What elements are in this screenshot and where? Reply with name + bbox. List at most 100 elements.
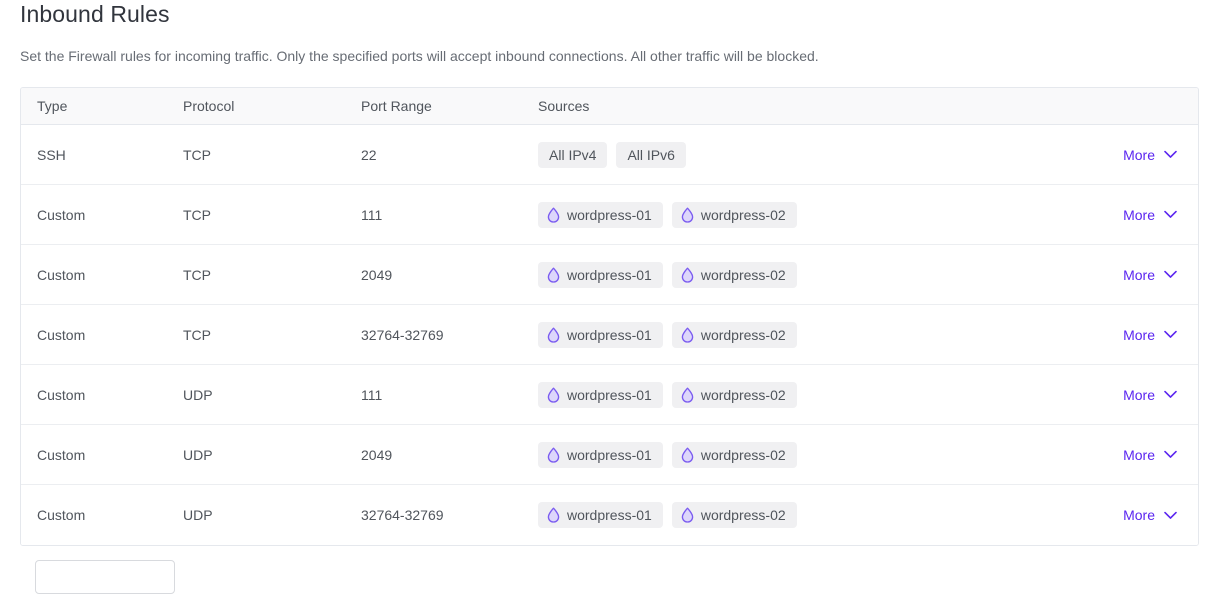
source-tag[interactable]: wordpress-02 — [671, 261, 797, 288]
source-tag-list: wordpress-01 wordpress-02 — [538, 441, 1078, 468]
source-tag-label: wordpress-02 — [700, 326, 786, 343]
more-button-label: More — [1123, 507, 1155, 523]
chevron-down-icon — [1164, 390, 1177, 399]
inbound-rules-table: Type Protocol Port Range Sources SSH TCP 2… — [20, 87, 1199, 546]
source-tag-label: wordpress-01 — [567, 206, 652, 223]
table-row: Custom TCP 32764-32769 wordpress-01 wordpres… — [21, 305, 1198, 365]
chevron-down-icon — [1164, 330, 1177, 339]
droplet-icon — [681, 447, 694, 463]
droplet-icon — [547, 267, 560, 283]
cell-protocol: TCP — [183, 206, 211, 223]
more-button-label: More — [1123, 386, 1155, 403]
inbound-rules-page: Inbound Rules Set the Firewall rules for… — [0, 0, 1219, 594]
more-button[interactable]: More — [1123, 506, 1177, 524]
source-tag[interactable]: wordpress-02 — [671, 441, 797, 468]
cell-sources: wordpress-01 wordpress-02 — [538, 502, 1078, 528]
cell-type: Custom — [37, 386, 86, 403]
source-tag[interactable]: wordpress-02 — [671, 201, 797, 228]
cell-actions: More — [1078, 266, 1198, 284]
source-tag-list: wordpress-01 wordpress-02 — [538, 321, 1078, 348]
more-button[interactable]: More — [1123, 206, 1177, 224]
cell-port-range: 111 — [361, 206, 383, 223]
cell-protocol: UDP — [183, 446, 213, 463]
droplet-icon — [547, 327, 560, 343]
page-description: Set the Firewall rules for incoming traf… — [20, 48, 819, 64]
source-tag[interactable]: wordpress-01 — [538, 261, 663, 288]
cell-protocol: UDP — [183, 386, 213, 403]
source-tag-label: wordpress-02 — [700, 507, 786, 523]
cell-sources: wordpress-01 wordpress-02 — [538, 321, 1078, 348]
more-button[interactable]: More — [1123, 266, 1177, 284]
more-button[interactable]: More — [1123, 326, 1177, 344]
source-tag-label: wordpress-02 — [700, 266, 786, 283]
source-tag[interactable]: wordpress-01 — [538, 502, 663, 528]
column-header-port-range: Port Range — [361, 98, 432, 114]
cell-port-range: 32764-32769 — [361, 326, 444, 343]
source-tag-list: All IPv4 All IPv6 — [538, 141, 1078, 168]
cell-port-range: 2049 — [361, 446, 393, 463]
source-tag[interactable]: wordpress-01 — [538, 381, 663, 408]
source-tag-label: wordpress-01 — [567, 446, 652, 463]
source-tag-label: wordpress-01 — [567, 266, 652, 283]
source-tag-label: wordpress-02 — [700, 446, 786, 463]
source-tag-label: wordpress-01 — [567, 386, 652, 403]
more-button-label: More — [1123, 206, 1155, 223]
cell-protocol: TCP — [183, 326, 211, 343]
chevron-down-icon — [1164, 511, 1177, 520]
cell-type: Custom — [37, 446, 86, 463]
add-rule-button[interactable] — [35, 560, 175, 594]
column-header-protocol: Protocol — [183, 98, 235, 114]
droplet-icon — [681, 507, 694, 523]
cell-type: Custom — [37, 507, 86, 523]
cell-actions: More — [1078, 386, 1198, 404]
source-tag[interactable]: wordpress-01 — [538, 201, 663, 228]
chevron-down-icon — [1164, 150, 1177, 159]
droplet-icon — [547, 387, 560, 403]
source-tag-label: wordpress-01 — [567, 507, 652, 523]
droplet-icon — [547, 447, 560, 463]
source-tag[interactable]: wordpress-02 — [671, 502, 797, 528]
cell-actions: More — [1078, 146, 1198, 164]
cell-protocol: TCP — [183, 146, 211, 163]
cell-type: Custom — [37, 206, 86, 223]
source-tag-list: wordpress-01 wordpress-02 — [538, 381, 1078, 408]
table-header-row: Type Protocol Port Range Sources — [21, 88, 1198, 125]
cell-protocol: UDP — [183, 507, 213, 523]
more-button[interactable]: More — [1123, 386, 1177, 404]
droplet-icon — [681, 387, 694, 403]
source-tag[interactable]: All IPv4 — [538, 141, 608, 168]
source-tag[interactable]: wordpress-02 — [671, 381, 797, 408]
source-tag[interactable]: wordpress-01 — [538, 441, 663, 468]
cell-sources: wordpress-01 wordpress-02 — [538, 381, 1078, 408]
more-button[interactable]: More — [1123, 446, 1177, 464]
cell-protocol: TCP — [183, 266, 211, 283]
column-header-sources: Sources — [538, 98, 590, 114]
cell-sources: wordpress-01 wordpress-02 — [538, 201, 1078, 228]
table-row: Custom UDP 32764-32769 wordpress-01 wordpres… — [21, 485, 1198, 545]
page-title: Inbound Rules — [20, 1, 170, 27]
more-button[interactable]: More — [1123, 146, 1177, 164]
droplet-icon — [547, 507, 560, 523]
cell-actions: More — [1078, 446, 1198, 464]
source-tag-list: wordpress-01 wordpress-02 — [538, 201, 1078, 228]
chevron-down-icon — [1164, 450, 1177, 459]
source-tag[interactable]: All IPv6 — [616, 141, 686, 168]
source-tag[interactable]: wordpress-02 — [671, 321, 797, 348]
source-tag-label: wordpress-02 — [700, 206, 786, 223]
cell-type: Custom — [37, 326, 86, 343]
chevron-down-icon — [1164, 210, 1177, 219]
table-row: Custom TCP 2049 wordpress-01 wordpress-02 Mor… — [21, 245, 1198, 305]
more-button-label: More — [1123, 146, 1155, 163]
cell-type: Custom — [37, 266, 86, 283]
table-row: Custom TCP 111 wordpress-01 wordpress-02 More — [21, 185, 1198, 245]
cell-port-range: 2049 — [361, 266, 393, 283]
source-tag[interactable]: wordpress-01 — [538, 321, 663, 348]
source-tag-list: wordpress-01 wordpress-02 — [538, 261, 1078, 288]
table-row: Custom UDP 111 wordpress-01 wordpress-02 More — [21, 365, 1198, 425]
chevron-down-icon — [1164, 270, 1177, 279]
more-button-label: More — [1123, 326, 1155, 343]
droplet-icon — [547, 207, 560, 223]
column-header-type: Type — [37, 98, 68, 114]
cell-port-range: 111 — [361, 386, 383, 403]
footer-area — [20, 546, 1199, 594]
